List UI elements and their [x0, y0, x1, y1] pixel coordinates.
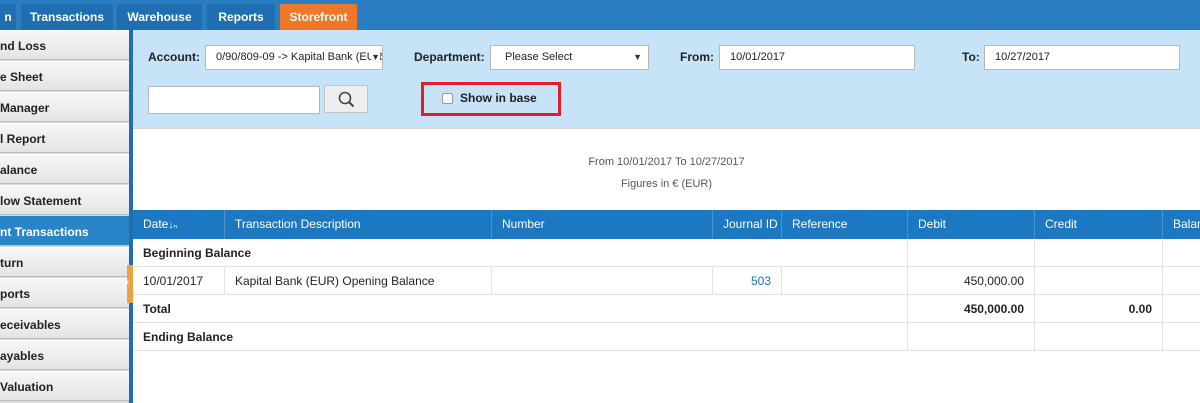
search-input[interactable] [148, 86, 320, 114]
tab-storefront[interactable]: Storefront [280, 4, 357, 30]
show-in-base-highlight: Show in base [421, 82, 561, 116]
sidebar-item-profit-and-loss[interactable]: nd Loss [0, 30, 129, 60]
column-header-date[interactable]: Date↓ₙ [133, 210, 225, 239]
row-date: 10/01/2017 [133, 267, 225, 295]
total-label: Total [133, 295, 908, 323]
top-nav: n Transactions Warehouse Reports Storefr… [0, 0, 1200, 30]
sidebar-item-cash-flow-statement[interactable]: low Statement [0, 185, 129, 215]
sidebar-item-reports[interactable]: ports [0, 278, 129, 308]
sidebar: nd Loss e Sheet Manager l Report alance … [0, 30, 130, 403]
beginning-balance-label: Beginning Balance [133, 239, 908, 267]
sort-az-icon: ↓ₙ [168, 220, 178, 231]
sidebar-item-valuation[interactable]: Valuation [0, 371, 129, 401]
from-date-input[interactable]: 10/01/2017 [719, 45, 915, 70]
to-label: To: [962, 50, 980, 64]
row-journal-id-link[interactable]: 503 [713, 267, 782, 295]
sidebar-item-balance[interactable]: alance [0, 154, 129, 184]
filter-panel: Account: 0/90/809-09 -> Kapital Bank (EU… [133, 30, 1200, 128]
column-header-journal-id[interactable]: Journal ID [713, 210, 782, 239]
table-cell [908, 239, 1035, 267]
to-date-input[interactable]: 10/27/2017 [984, 45, 1180, 70]
account-select-value: 0/90/809-09 -> Kapital Bank (EUR) [216, 51, 383, 63]
tab-warehouse[interactable]: Warehouse [117, 4, 202, 30]
column-header-date-label: Date [143, 217, 169, 231]
report-currency-note: Figures in € (EUR) [620, 178, 713, 190]
tab-overview[interactable]: n [0, 4, 16, 30]
sidebar-item-balance-sheet[interactable]: e Sheet [0, 61, 129, 91]
search-button[interactable] [324, 85, 368, 113]
divider [133, 128, 1200, 129]
row-number [492, 267, 713, 295]
row-description: Kapital Bank (EUR) Opening Balance [225, 267, 492, 295]
department-label: Department: [414, 50, 485, 64]
department-select-value: Please Select [505, 51, 573, 63]
column-header-description[interactable]: Transaction Description [225, 210, 492, 239]
column-header-number[interactable]: Number [492, 210, 713, 239]
beginning-balance-row: Beginning Balance [133, 239, 1200, 267]
show-in-base-checkbox[interactable] [442, 93, 453, 104]
tab-transactions[interactable]: Transactions [21, 4, 113, 30]
account-label: Account: [148, 50, 200, 64]
tab-reports[interactable]: Reports [207, 4, 275, 30]
row-debit: 450,000.00 [908, 267, 1035, 295]
sidebar-item-receivables[interactable]: eceivables [0, 309, 129, 339]
account-select[interactable]: 0/90/809-09 -> Kapital Bank (EUR) ▼ [205, 45, 383, 70]
show-in-base-label[interactable]: Show in base [460, 91, 537, 105]
table-cell [1035, 239, 1163, 267]
report-date-range: From 10/01/2017 To 10/27/2017 [588, 156, 745, 168]
from-label: From: [680, 50, 714, 64]
table-row[interactable]: 10/01/2017 Kapital Bank (EUR) Opening Ba… [133, 267, 1200, 295]
column-header-debit[interactable]: Debit [908, 210, 1035, 239]
sidebar-item-report[interactable]: l Report [0, 123, 129, 153]
sidebar-item-return[interactable]: turn [0, 247, 129, 277]
row-credit [1035, 267, 1163, 295]
ending-balance-row: Ending Balance [133, 323, 1200, 351]
sidebar-item-manager[interactable]: Manager [0, 92, 129, 122]
row-reference [782, 267, 908, 295]
table-cell [908, 323, 1035, 351]
total-debit: 450,000.00 [908, 295, 1035, 323]
search-icon [338, 91, 355, 108]
ending-balance-label: Ending Balance [133, 323, 908, 351]
table-header: Date↓ₙ Transaction Description Number Jo… [133, 210, 1200, 239]
total-row: Total 450,000.00 0.00 [133, 295, 1200, 323]
chevron-left-icon: ‹ [126, 277, 130, 288]
table-cell [1035, 323, 1163, 351]
chevron-down-icon: ▼ [633, 52, 642, 62]
column-header-credit[interactable]: Credit [1035, 210, 1163, 239]
column-header-balance[interactable]: Balan [1163, 210, 1200, 239]
chevron-down-icon: ▼ [371, 46, 380, 69]
sidebar-item-account-transactions[interactable]: nt Transactions [0, 216, 129, 246]
department-select[interactable]: Please Select ▼ [490, 45, 649, 70]
total-credit: 0.00 [1035, 295, 1163, 323]
column-header-reference[interactable]: Reference [782, 210, 908, 239]
sidebar-item-payables[interactable]: ayables [0, 340, 129, 370]
